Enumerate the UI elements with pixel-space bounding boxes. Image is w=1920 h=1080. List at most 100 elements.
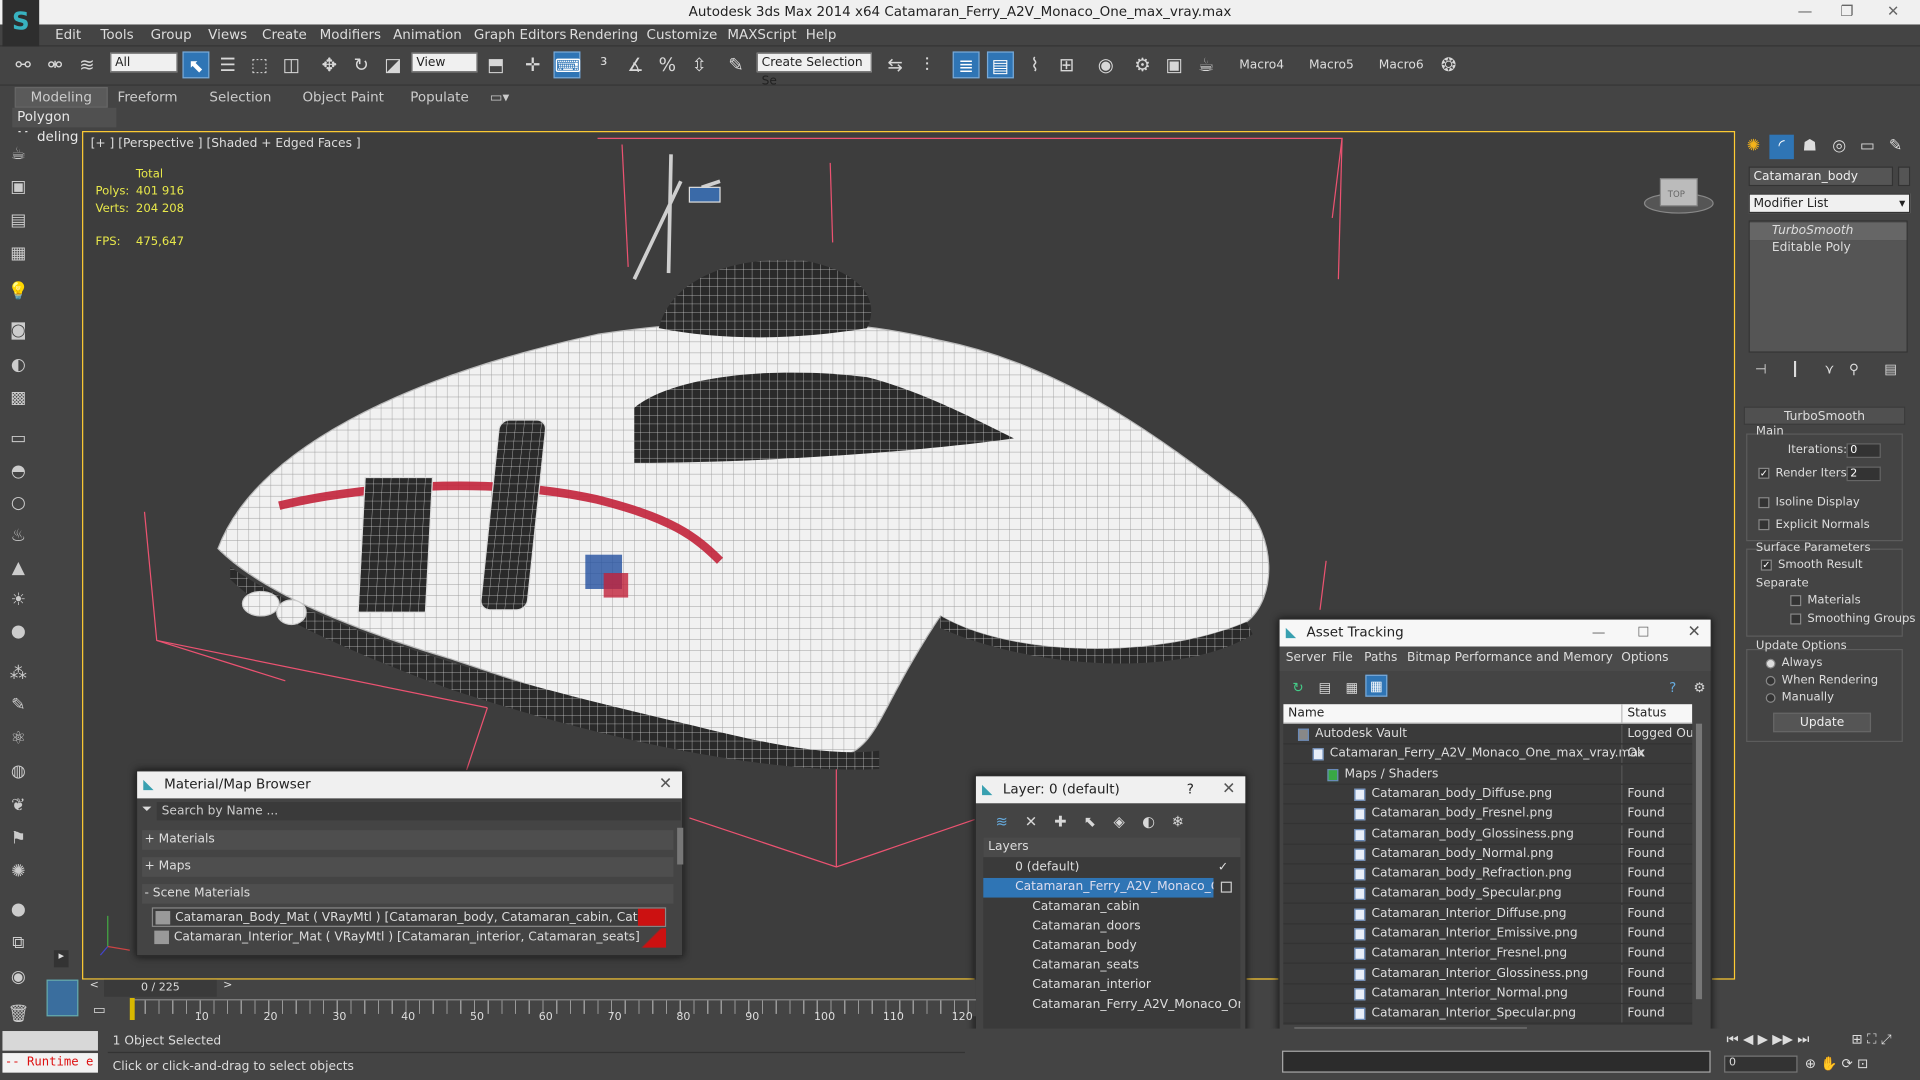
help-button[interactable]: ? [1187, 776, 1194, 803]
sphere-icon[interactable]: ○ [6, 491, 30, 515]
asset-row[interactable]: Catamaran_Interior_Specular.png Found [1283, 1004, 1693, 1024]
copy-icon[interactable]: ⧉ [6, 931, 30, 955]
render-icon[interactable]: ▣ [6, 175, 30, 199]
layer-row-default[interactable]: 0 (default) ✓ [983, 858, 1240, 878]
close-icon[interactable]: ✕ [1887, 2, 1899, 19]
schematic-view-icon[interactable]: ⊞ [1053, 51, 1080, 78]
list-view-icon[interactable]: ▤ [1311, 675, 1338, 702]
window-crossing-icon[interactable]: ◫ [278, 51, 305, 78]
tab-freeform[interactable]: Freeform [118, 89, 178, 105]
section-maps[interactable]: + Maps [142, 857, 674, 877]
modifier-list-select[interactable]: Modifier List ▾ [1748, 193, 1911, 214]
ribbon-options-icon[interactable]: ▭▾ [490, 89, 509, 105]
edit-named-sets-icon[interactable]: ✎ [722, 51, 749, 78]
maxscript-listener-top[interactable] [2, 1031, 98, 1051]
menu-animation[interactable]: Animation [393, 27, 462, 43]
close-icon[interactable]: ✕ [659, 771, 672, 798]
menu-tools[interactable]: Tools [100, 27, 133, 43]
turbosmooth-rollout-header[interactable]: TurboSmooth [1743, 406, 1906, 425]
macro5-button[interactable]: Macro5 [1309, 59, 1354, 72]
scrollbar[interactable] [677, 827, 684, 865]
search-input[interactable]: Search by Name ... [156, 802, 681, 821]
material-editor-icon[interactable]: ◉ [1092, 51, 1119, 78]
time-slider-thumb[interactable] [129, 997, 135, 1021]
menu-server[interactable]: Server [1286, 651, 1326, 664]
camera-icon[interactable]: ◙ [6, 318, 30, 342]
stack-item-editable-poly[interactable]: Editable Poly [1750, 240, 1907, 257]
teapot-icon[interactable]: ❂ [1435, 51, 1462, 78]
tab-modeling[interactable]: Modeling [14, 86, 108, 108]
menu-views[interactable]: Views [208, 27, 247, 43]
spinner-snap-icon[interactable]: ⇳ [686, 51, 713, 78]
paint-icon[interactable]: ✎ [6, 693, 30, 717]
app-logo-icon[interactable]: S [2, 0, 40, 47]
grid-view-icon[interactable]: ▦ [1365, 674, 1388, 697]
move-icon[interactable]: ✥ [316, 51, 343, 78]
asset-row[interactable]: Catamaran_body_Fresnel.png Found [1283, 804, 1693, 825]
align-icon[interactable]: ⫶ [913, 51, 940, 78]
light-icon[interactable]: 💡 [6, 279, 30, 303]
named-selection-set[interactable]: Create Selection Se [756, 52, 872, 88]
view-cube[interactable]: TOP [1643, 178, 1714, 214]
macro4-button[interactable]: Macro4 [1239, 59, 1284, 72]
next-frame-icon[interactable]: > [219, 980, 236, 997]
zoom-extents-icon[interactable]: ⊞ ⛶ ⤢ [1851, 1031, 1891, 1048]
asset-row[interactable]: Catamaran_body_Diffuse.png Found [1283, 784, 1693, 805]
selection-filter-select[interactable]: All [110, 52, 178, 73]
col-name-header[interactable]: Name [1288, 704, 1324, 722]
link-icon[interactable]: ⚯ [10, 51, 37, 78]
leaf-icon[interactable]: ❦ [6, 793, 30, 817]
minimize-icon[interactable]: — [1592, 620, 1605, 647]
globe-icon[interactable]: ◍ [6, 759, 30, 783]
layer-object-row[interactable]: Catamaran_body [983, 937, 1240, 957]
menu-modifiers[interactable]: Modifiers [320, 27, 381, 43]
cone-icon[interactable]: ▲ [6, 556, 30, 580]
render-production-icon[interactable]: ☕ [1193, 51, 1220, 78]
pivot-icon[interactable]: ⬒ [482, 51, 509, 78]
display-tab-icon[interactable]: ▭ [1855, 135, 1879, 159]
expand-arrow-icon[interactable]: ▸ [53, 950, 69, 968]
asset-row[interactable]: Catamaran_body_Glossiness.png Found [1283, 824, 1693, 845]
modify-tab-icon[interactable]: ◜ [1769, 134, 1794, 160]
render-iters-spinner[interactable]: 2 [1846, 466, 1881, 482]
tab-populate[interactable]: Populate [410, 89, 469, 105]
asset-row[interactable]: Catamaran_Interior_Normal.png Found [1283, 984, 1693, 1004]
freeze-all-icon[interactable]: ❄ [1164, 808, 1191, 835]
asset-row[interactable]: Catamaran_body_Normal.png Found [1283, 844, 1693, 865]
close-icon[interactable]: ✕ [1687, 620, 1700, 647]
mini-curve-toggle[interactable] [46, 979, 79, 1017]
material-item-body[interactable]: Catamaran_Body_Mat ( VRayMtl ) [Catamara… [151, 907, 667, 927]
rendered-frame-icon[interactable]: ▣ [1161, 51, 1188, 78]
material-item-interior[interactable]: Catamaran_Interior_Mat ( VRayMtl ) [Cata… [152, 928, 667, 948]
menu-file[interactable]: File [1332, 651, 1352, 664]
helper-icon[interactable]: ◐ [6, 353, 30, 377]
delete-layer-icon[interactable]: ✕ [1018, 808, 1045, 835]
settings-icon[interactable]: ⚙ [1686, 675, 1713, 702]
close-icon[interactable]: ✕ [1222, 776, 1235, 803]
disc-icon[interactable]: ● [6, 620, 30, 644]
filter-icon[interactable]: ⏷ [142, 803, 152, 816]
layer-visibility-box[interactable] [1220, 881, 1232, 893]
hide-all-icon[interactable]: ◐ [1135, 808, 1162, 835]
utilities-tab-icon[interactable]: ✎ [1883, 135, 1907, 159]
update-button[interactable]: Update [1773, 712, 1872, 733]
add-to-layer-icon[interactable]: ✚ [1047, 808, 1074, 835]
hierarchy-tab-icon[interactable]: ☗ [1798, 135, 1822, 159]
new-layer-icon[interactable]: ≋ [988, 808, 1015, 835]
col-status-header[interactable]: Status [1621, 704, 1666, 723]
pin-stack-icon[interactable]: ⊣ [1749, 358, 1773, 382]
manipulate-icon[interactable]: ✛ [519, 51, 546, 78]
menu-options[interactable]: Options [1621, 651, 1668, 664]
asset-row[interactable]: Catamaran_Interior_Diffuse.png Found [1283, 904, 1693, 925]
iterations-spinner[interactable]: 0 [1846, 443, 1881, 458]
when-rendering-radio[interactable] [1765, 675, 1776, 686]
menu-maxscript[interactable]: MAXScript [727, 27, 796, 43]
track-bar[interactable] [131, 999, 976, 1014]
rect-selection-icon[interactable]: ⬚ [246, 51, 273, 78]
hf-icon[interactable]: ⚑ [6, 827, 30, 851]
layer-object-row[interactable]: Catamaran_Ferry_A2V_Monaco_One [983, 996, 1240, 1016]
layer-object-row[interactable]: Catamaran_interior [983, 976, 1240, 996]
materials-checkbox[interactable] [1790, 595, 1802, 607]
teapot-tool-icon[interactable]: ☕ [6, 142, 30, 166]
create-tab-icon[interactable]: ✺ [1741, 135, 1765, 159]
